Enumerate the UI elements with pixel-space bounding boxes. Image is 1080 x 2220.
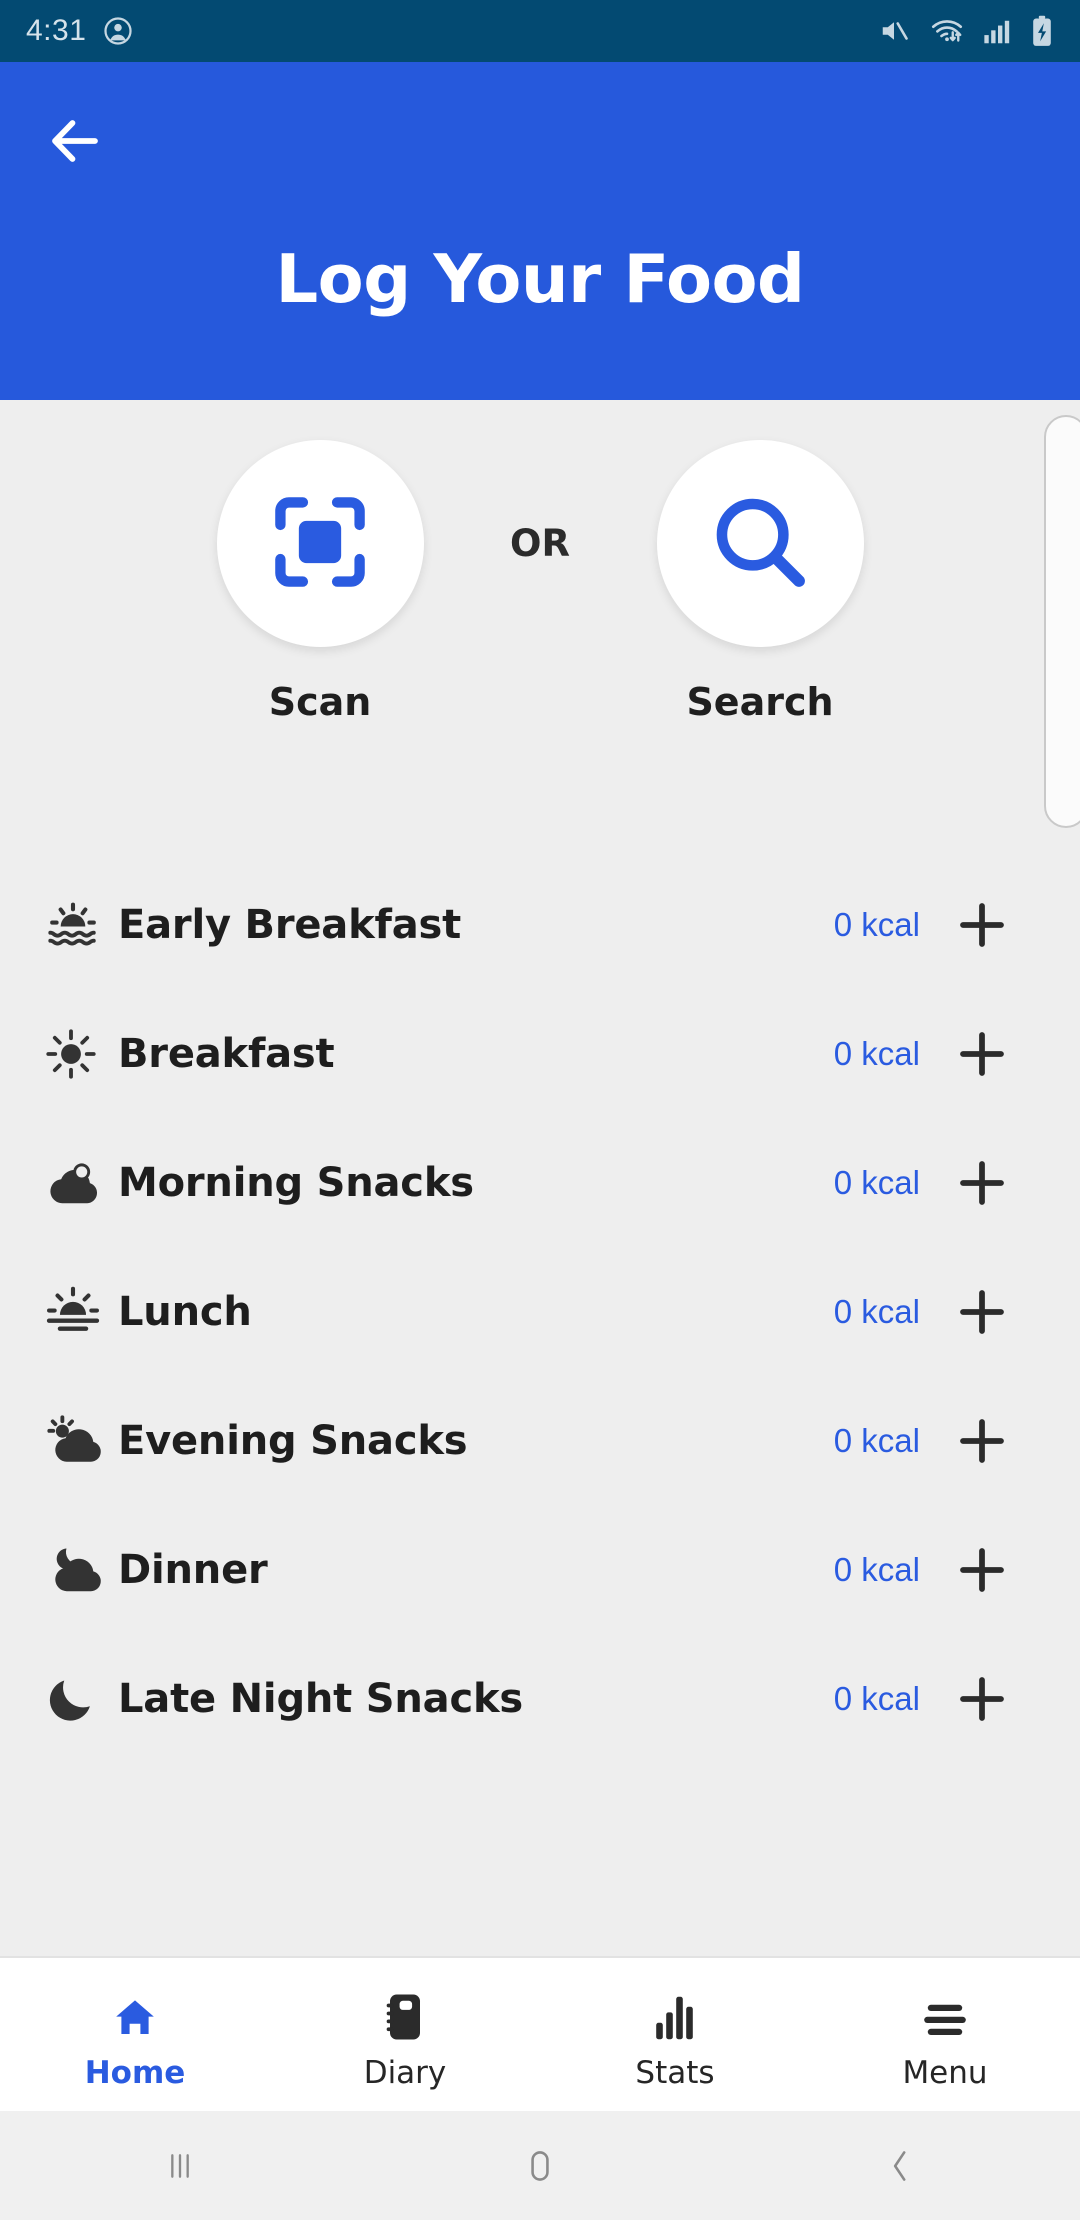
battery-charging-icon	[1030, 15, 1054, 47]
meal-row-breakfast[interactable]: Breakfast 0 kcal	[0, 989, 1080, 1118]
add-meal-button[interactable]	[920, 1153, 1044, 1213]
nav-item-stats[interactable]: Stats	[540, 1958, 810, 2111]
scan-frame-icon	[266, 488, 374, 600]
nav-item-home[interactable]: Home	[0, 1958, 270, 2111]
sun-icon	[44, 1027, 118, 1081]
meal-name: Breakfast	[118, 1030, 335, 1077]
meal-name: Dinner	[118, 1546, 268, 1593]
bar-chart-icon	[652, 1986, 698, 2042]
nav-item-diary[interactable]: Diary	[270, 1958, 540, 2111]
mute-icon	[877, 16, 911, 46]
meal-kcal: 0 kcal	[833, 1163, 920, 1201]
meal-name: Late Night Snacks	[118, 1675, 523, 1722]
notebook-icon	[382, 1986, 428, 2042]
meal-kcal: 0 kcal	[833, 905, 920, 943]
app-header: Log Your Food	[0, 62, 1080, 400]
search-action: Search	[610, 440, 910, 724]
home-square-icon[interactable]	[360, 2111, 720, 2220]
meal-kcal: 0 kcal	[833, 1679, 920, 1717]
nav-label: Home	[84, 2055, 186, 2091]
add-meal-button[interactable]	[920, 1411, 1044, 1471]
back-arrow-icon	[45, 111, 105, 175]
add-meal-button[interactable]	[920, 1540, 1044, 1600]
add-meal-button[interactable]	[920, 895, 1044, 955]
cloud-sun-icon	[44, 1154, 118, 1212]
meal-name: Morning Snacks	[118, 1159, 474, 1206]
status-bar-right	[877, 15, 1054, 47]
back-button[interactable]	[36, 104, 114, 182]
status-bar: 4:31	[0, 0, 1080, 62]
or-separator: OR	[510, 522, 570, 565]
sunrise-waves-icon	[44, 896, 118, 954]
nav-label: Stats	[635, 2055, 715, 2091]
meal-row-early-breakfast[interactable]: Early Breakfast 0 kcal	[0, 860, 1080, 989]
account-circle-icon	[103, 16, 133, 46]
status-bar-clock: 4:31	[26, 14, 87, 47]
crescent-moon-icon	[44, 1672, 118, 1726]
cloud-moon-icon	[44, 1541, 118, 1599]
nav-item-menu[interactable]: Menu	[810, 1958, 1080, 2111]
main-content: Scan OR Search Early Breakfast 0 kcal Br…	[0, 400, 1080, 1956]
cellular-signal-icon	[983, 17, 1013, 45]
nav-label: Diary	[363, 2055, 447, 2091]
meal-kcal: 0 kcal	[833, 1550, 920, 1588]
hamburger-icon	[921, 1986, 969, 2042]
cloud-sun-rays-icon	[44, 1412, 118, 1470]
meal-row-morning-snacks[interactable]: Morning Snacks 0 kcal	[0, 1118, 1080, 1247]
add-meal-button[interactable]	[920, 1282, 1044, 1342]
meal-row-lunch[interactable]: Lunch 0 kcal	[0, 1247, 1080, 1376]
log-method-actions: Scan OR Search	[0, 440, 1080, 724]
search-label: Search	[686, 680, 834, 724]
back-chevron-icon[interactable]	[720, 2111, 1080, 2220]
page-title: Log Your Food	[275, 240, 805, 318]
wifi-transfer-icon	[928, 16, 966, 46]
meal-name: Early Breakfast	[118, 901, 462, 948]
meal-kcal: 0 kcal	[833, 1292, 920, 1330]
meal-row-dinner[interactable]: Dinner 0 kcal	[0, 1505, 1080, 1634]
meal-row-late-night-snacks[interactable]: Late Night Snacks 0 kcal	[0, 1634, 1080, 1763]
meal-kcal: 0 kcal	[833, 1421, 920, 1459]
add-meal-button[interactable]	[920, 1669, 1044, 1729]
home-icon	[111, 1986, 159, 2042]
scan-action: Scan	[170, 440, 470, 724]
meal-name: Lunch	[118, 1288, 252, 1335]
add-meal-button[interactable]	[920, 1024, 1044, 1084]
meal-row-evening-snacks[interactable]: Evening Snacks 0 kcal	[0, 1376, 1080, 1505]
system-navigation-bar	[0, 2111, 1080, 2220]
meal-kcal: 0 kcal	[833, 1034, 920, 1072]
scan-button[interactable]	[216, 440, 424, 647]
meal-list: Early Breakfast 0 kcal Breakfast 0 kcal	[0, 860, 1080, 1763]
recents-icon[interactable]	[0, 2111, 360, 2220]
status-bar-left: 4:31	[26, 14, 133, 48]
nav-label: Menu	[902, 2055, 988, 2091]
search-icon	[705, 487, 815, 601]
sun-horizon-icon	[44, 1283, 118, 1341]
bottom-navigation: Home Diary Stats Menu	[0, 1956, 1080, 2111]
search-button[interactable]	[656, 440, 864, 647]
scan-label: Scan	[268, 680, 372, 724]
meal-name: Evening Snacks	[118, 1417, 468, 1464]
